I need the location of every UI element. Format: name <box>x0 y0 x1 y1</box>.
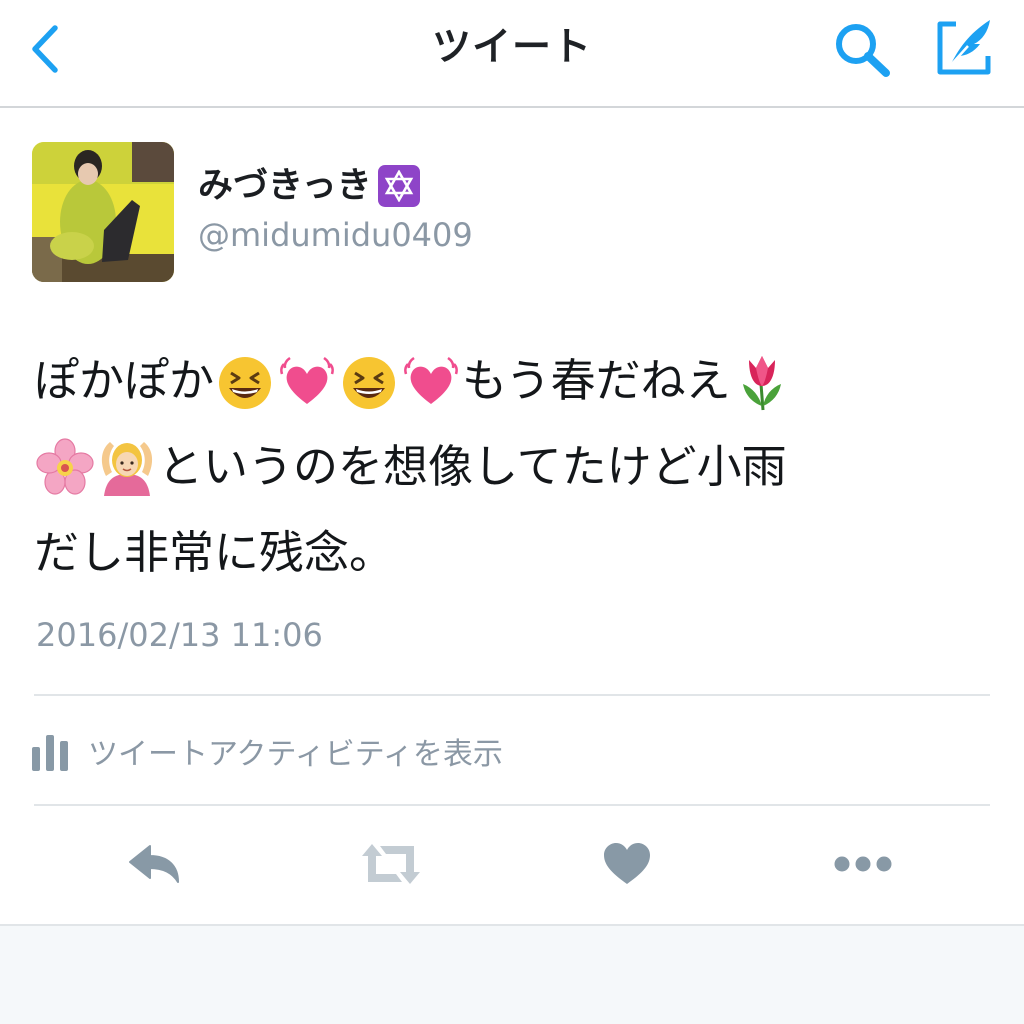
reply-icon <box>129 845 179 883</box>
vibrating-heart-emoji <box>280 356 334 404</box>
cherry-blossom-emoji <box>36 438 94 495</box>
search-button[interactable] <box>828 18 896 82</box>
author-handle[interactable]: @midumidu0409 <box>198 212 473 258</box>
author-display-name[interactable]: みづきっき <box>198 162 420 210</box>
search-icon <box>836 24 890 77</box>
more-button[interactable] <box>828 832 898 896</box>
bottom-area <box>0 924 1024 1024</box>
heart-icon <box>604 843 650 884</box>
tulip-emoji <box>742 356 781 411</box>
tweet-line-3: だし非常に残念。 <box>34 510 994 596</box>
compose-tweet-icon <box>937 20 991 75</box>
tweet-activity-label: ツイートアクティビティを表示 <box>88 737 503 772</box>
tweet-line-2: というのを想像してたけど小雨 <box>34 424 994 510</box>
tweet-detail-screen: ツイート みづきっき @midumidu0409 ぽかぽか もう春だねえ という… <box>0 0 1024 1024</box>
tweet-text: ぽかぽか もう春だねえ というのを想像してたけど小雨 だし非常に残念。 <box>34 338 994 596</box>
compose-button[interactable] <box>930 14 1000 80</box>
retweet-icon <box>362 844 420 884</box>
tweet-text-segment: もう春だねえ <box>462 354 731 407</box>
avatar-photo <box>32 142 174 282</box>
tweet-text-segment: というのを想像してたけど小雨 <box>158 440 787 493</box>
bar-chart-icon <box>32 735 68 771</box>
tweet-text-segment: ぽかぽか <box>34 354 215 407</box>
person-gesturing-ok-emoji <box>101 442 153 496</box>
reply-button[interactable] <box>120 832 190 896</box>
retweet-button[interactable] <box>356 832 426 896</box>
tweet-text-segment: だし非常に残念。 <box>34 526 395 579</box>
divider <box>34 804 990 806</box>
more-dots-icon <box>834 856 892 872</box>
grinning-squint-emoji <box>343 357 396 409</box>
grinning-squint-emoji <box>219 357 272 409</box>
like-button[interactable] <box>592 832 662 896</box>
avatar[interactable] <box>32 142 174 282</box>
vibrating-heart-emoji <box>404 356 458 404</box>
divider <box>34 694 990 696</box>
navigation-bar: ツイート <box>0 0 1024 108</box>
tweet-timestamp: 2016/02/13 11:06 <box>36 616 323 654</box>
tweet-activity-link[interactable]: ツイートアクティビティを表示 <box>30 720 730 782</box>
tweet-line-1: ぽかぽか もう春だねえ <box>34 338 994 424</box>
display-name-text: みづきっき <box>198 166 372 206</box>
star-of-david-emoji <box>377 165 420 207</box>
